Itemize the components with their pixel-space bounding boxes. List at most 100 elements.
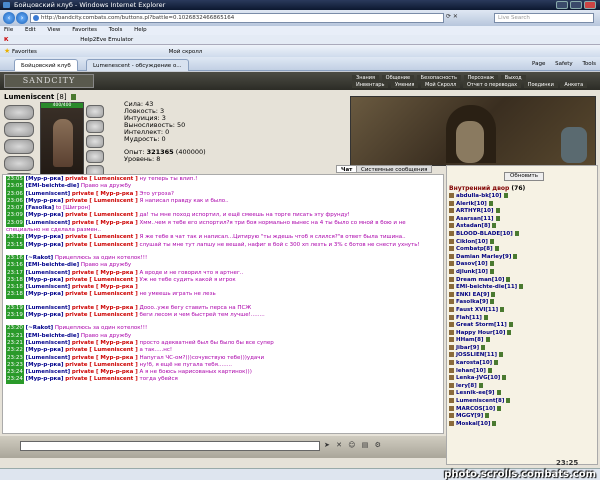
location-picture[interactable] [350, 96, 596, 166]
chat-log[interactable]: 23:05 [Мур-р-рка] private [ Lumenisсent … [2, 174, 444, 434]
user-row[interactable]: Faust XVI[11] [449, 306, 597, 315]
message-author[interactable]: [Lumenisсent] [26, 369, 71, 375]
clear-icon[interactable]: ✕ [336, 441, 342, 449]
message-author[interactable]: [Lumenisсent] [26, 191, 71, 197]
shield-slot[interactable] [86, 150, 104, 163]
amulet-slot[interactable] [4, 122, 34, 137]
user-row[interactable]: abdulla-bk[10] [449, 193, 597, 201]
message-author[interactable]: [Мур-р-рка] [26, 312, 64, 318]
message-author[interactable]: [Мур-р-рка] [26, 176, 64, 182]
user-row[interactable]: Dream man[10] [449, 276, 597, 285]
info-icon[interactable] [495, 208, 500, 214]
message-private-target[interactable]: private [ Lumenisсent ] [65, 277, 137, 283]
message-author[interactable]: [Lumenisсent] [26, 284, 71, 290]
close-button[interactable] [584, 1, 596, 9]
user-row[interactable]: Alerik[10] [449, 200, 597, 209]
message-private-target[interactable]: private [ Lumenisсent ] [65, 212, 137, 218]
info-icon[interactable] [492, 223, 497, 229]
filter-icon[interactable]: ▤ [362, 441, 369, 449]
user-name[interactable]: Lumenisсent[8] [456, 398, 504, 404]
message-author[interactable]: [Lumenisсent] [26, 355, 71, 361]
user-name[interactable]: Flah[11] [456, 315, 482, 321]
info-icon[interactable] [508, 322, 513, 328]
info-icon[interactable] [519, 284, 524, 290]
info-icon[interactable] [497, 405, 502, 411]
info-icon[interactable] [506, 398, 511, 404]
player-name[interactable]: Lumenisсent [4, 93, 54, 101]
user-name[interactable]: MGGY[9] [456, 413, 483, 419]
message-author[interactable]: [~Rakot] [26, 325, 54, 331]
earring-slot[interactable] [86, 105, 104, 118]
info-icon[interactable] [506, 276, 511, 282]
user-name[interactable]: MARCOS[10] [456, 406, 495, 412]
user-name[interactable]: HHam[8] [456, 337, 484, 343]
message-author[interactable]: [Fasolka] [26, 205, 54, 211]
info-icon[interactable] [489, 268, 494, 274]
user-name[interactable]: Lesnik-ee[9] [456, 390, 495, 396]
weapon-slot[interactable] [4, 139, 34, 154]
user-name[interactable]: Moskal[10] [456, 421, 490, 427]
minimize-button[interactable] [556, 1, 568, 9]
info-icon[interactable] [71, 94, 77, 100]
user-row[interactable]: Jibar[9] [449, 344, 597, 353]
info-icon[interactable] [494, 246, 499, 252]
message-author[interactable]: [Мур-р-рка] [26, 277, 64, 283]
info-icon[interactable] [491, 291, 496, 297]
message-private-target[interactable]: private [ Мур-р-рка ] [72, 220, 138, 226]
user-name[interactable]: lehan[10] [456, 368, 486, 374]
tab-discussion[interactable]: Lumenescent - обсуждение о... [86, 59, 189, 71]
info-icon[interactable] [496, 390, 501, 396]
user-row[interactable]: Fasolka[9] [449, 299, 597, 307]
info-icon[interactable] [513, 253, 518, 259]
message-private-target[interactable]: private [ Lumenisсent ] [65, 291, 137, 297]
message-author[interactable]: [Lumenisсent] [26, 305, 71, 311]
menu-edit[interactable]: Edit [25, 27, 36, 33]
page-menu[interactable]: Page [532, 61, 545, 67]
info-icon[interactable] [487, 367, 492, 373]
info-icon[interactable] [481, 344, 486, 350]
user-name[interactable]: ARTHYR[10] [456, 208, 494, 214]
menu-tools[interactable]: Tools [109, 27, 123, 33]
refresh-stop-buttons[interactable]: ⟳ ✕ [446, 13, 458, 20]
user-row[interactable]: Dasov[10] [449, 261, 597, 269]
menu-favorites[interactable]: Favorites [72, 27, 97, 33]
user-row[interactable]: BLOOD-BLADE[10] [449, 230, 597, 239]
info-icon[interactable] [489, 238, 494, 244]
user-row[interactable]: JOSSLIEN[11] [449, 352, 597, 360]
info-icon[interactable] [492, 420, 497, 426]
message-private-target[interactable]: private [ Lumenisсent ] [65, 362, 137, 368]
menu-file[interactable]: File [4, 27, 13, 33]
gloves-slot[interactable] [86, 135, 104, 148]
user-row[interactable]: MARCOS[10] [449, 405, 597, 414]
message-private-target[interactable]: private [ Мур-р-рка ] [72, 355, 138, 361]
info-icon[interactable] [514, 230, 519, 236]
search-input[interactable]: Live Search [494, 13, 594, 23]
user-name[interactable]: Jibar[9] [456, 345, 479, 351]
user-row[interactable]: Great Storm[11] [449, 322, 597, 330]
submenu-fights[interactable]: Поединки [523, 82, 558, 88]
user-row[interactable]: Happy Hour[10] [449, 329, 597, 338]
user-row[interactable]: Astadan[8] [449, 223, 597, 231]
info-icon[interactable] [503, 193, 508, 198]
user-name[interactable]: Fasolka[9] [456, 299, 488, 305]
user-row[interactable]: Asarsan[11] [449, 215, 597, 224]
user-row[interactable]: Flah[11] [449, 314, 597, 323]
message-private-target[interactable]: private [ Мур-р-рка ] [72, 369, 138, 375]
user-name[interactable]: Dream man[10] [456, 277, 504, 283]
message-author[interactable]: [Мур-р-рка] [26, 198, 64, 204]
favorite-item[interactable]: Мой скролл [169, 49, 203, 55]
user-name[interactable]: Great Storm[11] [456, 322, 507, 328]
user-row[interactable]: ENKI EA[9] [449, 291, 597, 300]
menu-communication[interactable]: Общение [381, 75, 415, 81]
forward-button[interactable]: › [16, 12, 28, 24]
message-private-target[interactable]: private [ Мур-р-рка ] [72, 284, 138, 290]
user-name[interactable]: Lenka-JVG[10] [456, 375, 500, 381]
message-private-target[interactable]: private [ Lumenisсent ] [65, 176, 137, 182]
tab-system-messages[interactable]: Системные сообщения [356, 165, 433, 173]
tab-chat[interactable]: Чат [336, 165, 358, 173]
tab-combats[interactable]: Бойцовский клуб [14, 59, 78, 71]
message-private-target[interactable]: private [ Мур-р-рка ] [72, 340, 138, 346]
submenu-scroll[interactable]: Мой Скролл [421, 82, 461, 88]
message-private-target[interactable]: private [ Lumenisсent ] [65, 234, 137, 240]
message-author[interactable]: [Мур-р-рка] [26, 347, 64, 353]
